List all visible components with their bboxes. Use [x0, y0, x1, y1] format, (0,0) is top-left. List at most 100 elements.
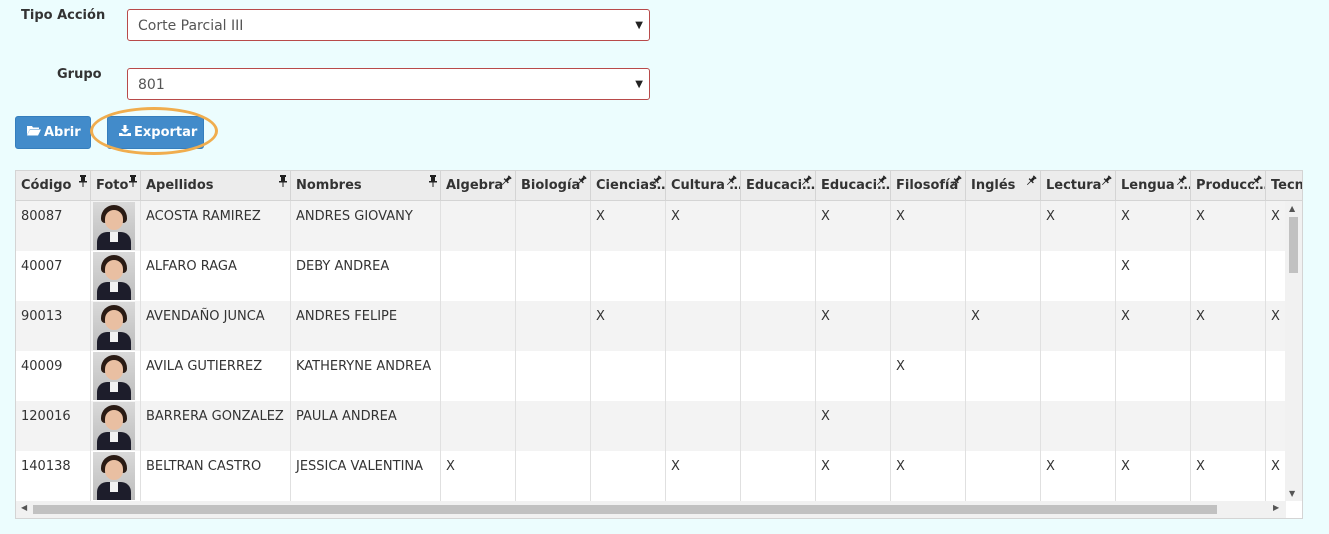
folder-open-icon [27, 117, 41, 148]
subject-mark-cell [741, 451, 816, 501]
column-header-label: Algebra [446, 178, 504, 193]
table-row[interactable]: 40007 ALFARO RAGA DEBY ANDREA X [16, 251, 1286, 301]
pin-icon[interactable] [279, 171, 287, 198]
pin-icon[interactable] [1100, 171, 1112, 198]
nombres-cell: JESSICA VALENTINA [291, 451, 441, 501]
scroll-up-icon[interactable]: ▲ [1289, 204, 1295, 213]
subject-mark-cell [966, 351, 1041, 401]
pin-icon[interactable] [1175, 171, 1187, 198]
subject-mark-cell [1041, 301, 1116, 351]
tipo-accion-select[interactable]: Corte Parcial III ▼ [127, 9, 650, 41]
column-header[interactable]: Inglés [966, 171, 1041, 200]
horizontal-scrollbar[interactable]: ◀ ▶ [16, 501, 1286, 518]
pin-icon[interactable] [950, 171, 962, 198]
pin-icon[interactable] [79, 171, 87, 198]
subject-mark-cell [741, 251, 816, 301]
column-header[interactable]: Nombres [291, 171, 441, 200]
subject-mark-cell: X [816, 451, 891, 501]
subject-mark-cell [966, 251, 1041, 301]
nombres-cell: DEBY ANDREA [291, 251, 441, 301]
student-photo [93, 202, 135, 250]
pin-icon[interactable] [129, 171, 137, 198]
column-header[interactable]: Código [16, 171, 91, 200]
scroll-right-icon[interactable]: ▶ [1273, 503, 1279, 512]
subject-mark-cell [1041, 401, 1116, 451]
codigo-cell: 120016 [16, 401, 91, 451]
subject-mark-cell: X [1191, 301, 1266, 351]
grupo-label: Grupo [57, 67, 102, 82]
abrir-button[interactable]: Abrir [15, 116, 91, 149]
scroll-left-icon[interactable]: ◀ [21, 503, 27, 512]
table-row[interactable]: 140138 BELTRAN CASTRO JESSICA VALENTINA X X X… [16, 451, 1286, 501]
pin-icon[interactable] [875, 171, 887, 198]
column-header[interactable]: Lengua … [1116, 171, 1191, 200]
scroll-down-icon[interactable]: ▼ [1289, 489, 1295, 498]
subject-mark-cell: X [816, 401, 891, 451]
column-header[interactable]: Educaci… [816, 171, 891, 200]
subject-mark-cell [666, 351, 741, 401]
pin-icon[interactable] [800, 171, 812, 198]
codigo-cell: 140138 [16, 451, 91, 501]
column-header-label: Apellidos [146, 178, 214, 193]
subject-mark-cell [741, 301, 816, 351]
column-header[interactable]: Algebra [441, 171, 516, 200]
subject-mark-cell [1191, 251, 1266, 301]
pin-icon[interactable] [575, 171, 587, 198]
column-header[interactable]: Producc… [1191, 171, 1266, 200]
pin-icon[interactable] [1250, 171, 1262, 198]
tipo-accion-value: Corte Parcial III [138, 18, 244, 34]
pin-icon[interactable] [429, 171, 437, 198]
subject-mark-cell: X [1116, 251, 1191, 301]
subject-mark-cell [516, 451, 591, 501]
table-row[interactable]: 40009 AVILA GUTIERREZ KATHERYNE ANDREA X [16, 351, 1286, 401]
column-header-label: Lectura [1046, 178, 1102, 193]
apellidos-cell: AVENDAÑO JUNCA [141, 301, 291, 351]
column-header[interactable]: Cultura … [666, 171, 741, 200]
caret-down-icon: ▼ [635, 79, 643, 90]
subject-mark-cell: X [1191, 201, 1266, 251]
column-header[interactable]: Filosofía [891, 171, 966, 200]
subject-mark-cell [441, 351, 516, 401]
subject-mark-cell [1266, 351, 1286, 401]
subject-mark-cell [1266, 401, 1286, 451]
subject-mark-cell: X [891, 351, 966, 401]
table-row[interactable]: 120016 BARRERA GONZALEZ PAULA ANDREA X [16, 401, 1286, 451]
exportar-button[interactable]: Exportar [107, 116, 204, 149]
photo-cell [91, 251, 141, 301]
pin-icon[interactable] [500, 171, 512, 198]
table-row[interactable]: 80087 ACOSTA RAMIREZ ANDRES GIOVANY X X X X X X X… [16, 201, 1286, 251]
subject-mark-cell [441, 401, 516, 451]
column-header[interactable]: Tecn [1266, 171, 1302, 200]
column-header[interactable]: Ciencias… [591, 171, 666, 200]
subject-mark-cell [441, 201, 516, 251]
column-header[interactable]: Apellidos [141, 171, 291, 200]
grupo-select[interactable]: 801 ▼ [127, 68, 650, 100]
vertical-scroll-thumb[interactable] [1289, 217, 1298, 273]
column-header-label: Nombres [296, 178, 362, 193]
pin-icon[interactable] [1025, 171, 1037, 198]
grid-body: 80087 ACOSTA RAMIREZ ANDRES GIOVANY X X X X X X X… [16, 201, 1286, 501]
subject-mark-cell: X [591, 301, 666, 351]
column-header[interactable]: Educaci… [741, 171, 816, 200]
nombres-cell: ANDRES FELIPE [291, 301, 441, 351]
subject-mark-cell [591, 401, 666, 451]
pin-icon[interactable] [725, 171, 737, 198]
student-photo [93, 302, 135, 350]
horizontal-scroll-thumb[interactable] [33, 505, 1217, 514]
table-row[interactable]: 90013 AVENDAÑO JUNCA ANDRES FELIPE X X X X X X [16, 301, 1286, 351]
vertical-scrollbar[interactable]: ▲ ▼ [1285, 201, 1302, 501]
column-header[interactable]: Biología [516, 171, 591, 200]
column-header[interactable]: Foto [91, 171, 141, 200]
photo-cell [91, 401, 141, 451]
subject-mark-cell [666, 401, 741, 451]
subject-mark-cell [1116, 401, 1191, 451]
column-header[interactable]: Lectura [1041, 171, 1116, 200]
subject-mark-cell [516, 301, 591, 351]
subject-mark-cell [591, 351, 666, 401]
pin-icon[interactable] [650, 171, 662, 198]
subject-mark-cell: X [1116, 201, 1191, 251]
subject-mark-cell: X [591, 201, 666, 251]
subject-mark-cell: X [1041, 201, 1116, 251]
students-grid: Código Foto Apellidos Nombres Algebra Biologí… [15, 170, 1303, 519]
subject-mark-cell: X [891, 451, 966, 501]
